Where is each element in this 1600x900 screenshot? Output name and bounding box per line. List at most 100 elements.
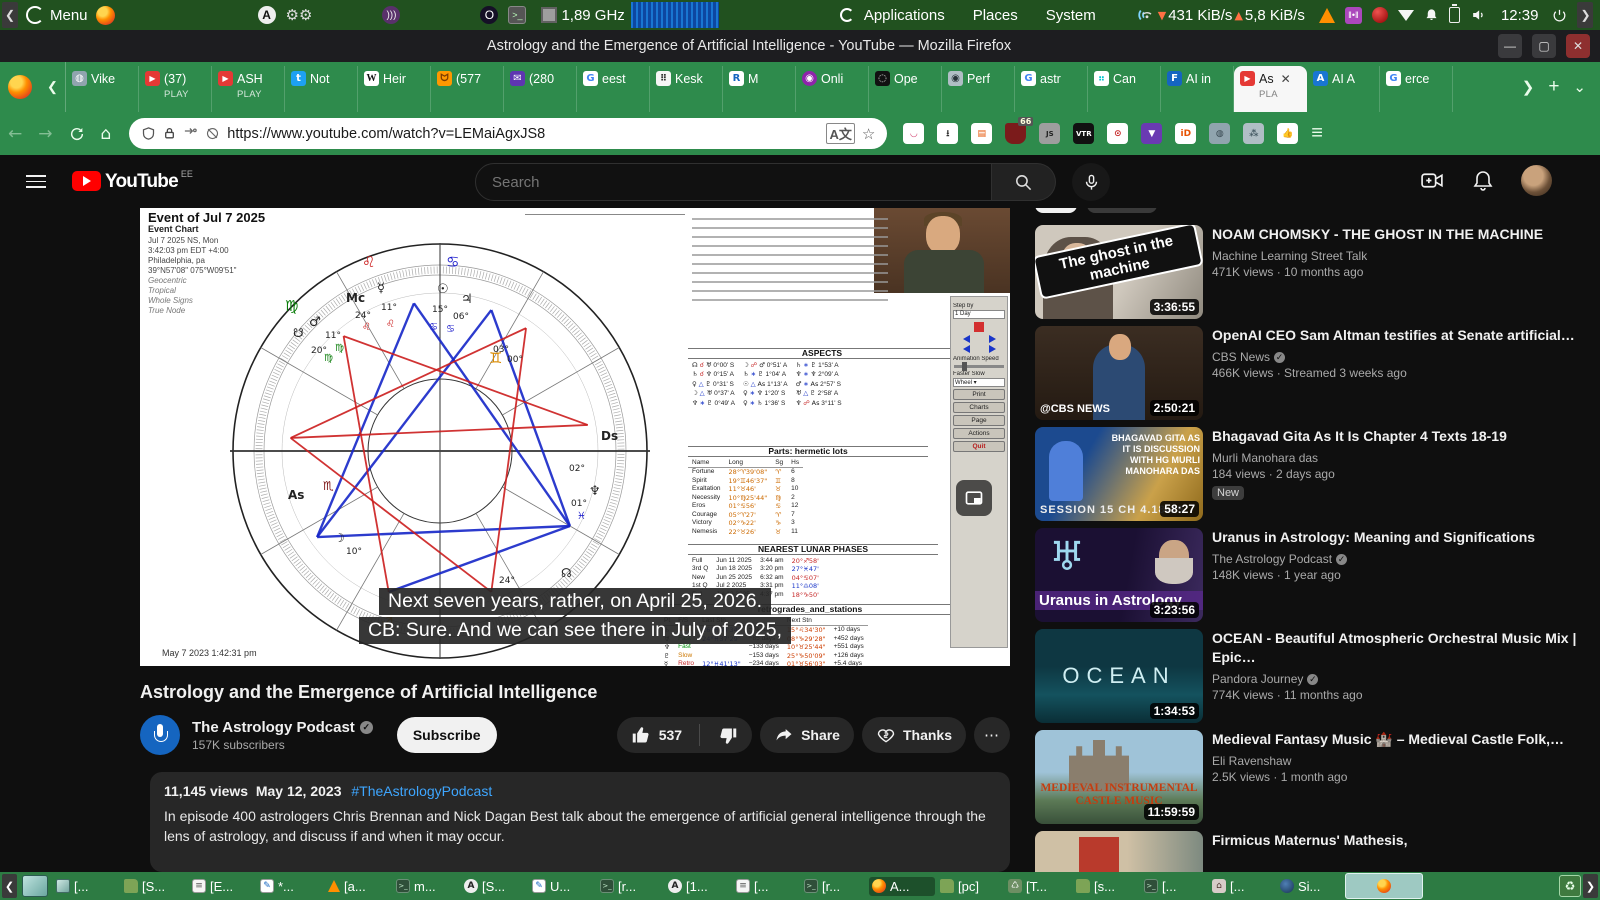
taskbar-window-12[interactable]: >_ [r...	[801, 877, 867, 896]
related-video-channel[interactable]: Pandora Journey	[1212, 672, 1303, 686]
print-button[interactable]: Print	[953, 389, 1005, 400]
autoplay-blocked-icon[interactable]	[205, 126, 220, 141]
taskbar-window-4[interactable]: ✎ *...	[257, 877, 323, 896]
tab-close-icon[interactable]: ✕	[1278, 72, 1294, 86]
video-player[interactable]: ♍ ♌ ♋ Mc 24° ☿ 11° ♌ ♌ ☉ ♃ 15° 06° ♋ ♋ ♂ ☋ 11° 20° ♍ ♍ ♊ 03° 00…	[140, 208, 1010, 666]
browser-tab-5[interactable]: W Heir	[358, 66, 431, 112]
vtr-extension-icon[interactable]: VTR	[1073, 123, 1095, 144]
volume-icon[interactable]	[1470, 7, 1487, 23]
taskbar-window-11[interactable]: ≡ [...	[733, 877, 799, 896]
taskbar-window-15[interactable]: ♺ [T...	[1005, 877, 1071, 896]
globe-extension-icon[interactable]: ◍	[1209, 123, 1231, 144]
taskbar-window-16[interactable]: [s...	[1073, 877, 1139, 896]
taskbar-window-8[interactable]: ✎ U...	[529, 877, 595, 896]
more-actions-button[interactable]: ⋯	[974, 717, 1010, 753]
browser-tab-4[interactable]: t Not	[285, 66, 358, 112]
recorder-tray-icon[interactable]	[1371, 7, 1388, 23]
page-button[interactable]: Page	[953, 415, 1005, 426]
browser-tab-11[interactable]: ◉ Onli	[796, 66, 869, 112]
miniplayer-button[interactable]	[956, 480, 992, 516]
power-icon[interactable]	[1552, 8, 1567, 23]
triangle-extension-icon[interactable]: ▼	[1141, 123, 1163, 144]
search-box[interactable]	[475, 163, 992, 201]
search-input[interactable]	[492, 173, 967, 191]
new-tab-button[interactable]: +	[1548, 76, 1559, 98]
tor-browser-icon[interactable]: )))	[382, 6, 401, 24]
taskbar-window-7[interactable]: A [S...	[461, 877, 527, 896]
related-video-title[interactable]: OCEAN - Beautiful Atmospheric Orchestral…	[1212, 629, 1600, 667]
menu-button[interactable]: Menu	[50, 7, 88, 24]
browser-tab-7[interactable]: ✉ (280	[504, 66, 577, 112]
video-thumbnail[interactable]: ♅ Uranus in Astrology 3:23:56	[1035, 528, 1203, 622]
related-video-title[interactable]: Firmicus Maternus' Mathesis,	[1212, 831, 1600, 850]
subscribe-button[interactable]: Subscribe	[396, 717, 497, 753]
download-extension-icon[interactable]: ⭳	[937, 123, 959, 144]
places-menu[interactable]: Places	[973, 7, 1018, 24]
firefox-launcher-icon[interactable]	[95, 5, 115, 25]
id-extension-icon[interactable]: iD	[1175, 123, 1197, 144]
browser-tab-2[interactable]: ▶ (37) PLAY	[139, 66, 212, 112]
cpu-history-graph[interactable]	[630, 2, 719, 28]
video-thumbnail[interactable]: MEDIEVAL INSTRUMENTAL CASTLE MUSIC 11:59:…	[1035, 730, 1203, 824]
description-box[interactable]: 11,145 views May 12, 2023 #TheAstrologyP…	[150, 772, 1010, 872]
related-video-title[interactable]: Medieval Fantasy Music 🏰 – Medieval Cast…	[1212, 730, 1600, 749]
taskbar-window-10[interactable]: A [1...	[665, 877, 731, 896]
pocket-extension-icon[interactable]: ◡	[903, 123, 925, 144]
forward-button[interactable]: →	[38, 124, 52, 144]
hashtag-link[interactable]: #TheAstrologyPodcast	[351, 783, 492, 799]
video-thumbnail[interactable]: @CBS NEWS 2:50:21	[1035, 326, 1203, 420]
taskbar-window-3[interactable]: ≡ [E...	[189, 877, 255, 896]
recycle-bin-icon[interactable]: ♻	[1559, 875, 1581, 897]
vcr-controls[interactable]	[953, 345, 1005, 353]
home-button[interactable]: ⌂	[101, 124, 112, 144]
closed-captions[interactable]: Next seven years, rather, on April 25, 2…	[140, 586, 1010, 644]
vlc-tray-icon[interactable]	[1318, 7, 1335, 23]
wifi-fan-icon[interactable]	[1397, 9, 1414, 21]
url-bar[interactable]: https://www.youtube.com/watch?v=LEMaiAgx…	[129, 118, 888, 149]
browser-tab-17[interactable]: ▶ As ✕ PLA	[1234, 66, 1307, 112]
browser-tab-19[interactable]: Gerce	[1380, 66, 1453, 112]
search-tool-icon[interactable]: A	[257, 6, 276, 24]
related-video-channel[interactable]: Machine Learning Street Talk	[1212, 249, 1367, 263]
distro-logo-icon[interactable]	[26, 6, 44, 24]
step-input[interactable]: 1 Day	[953, 310, 1005, 319]
reload-button[interactable]	[69, 126, 85, 142]
notifications-icon[interactable]	[1471, 169, 1495, 193]
taskbar-scroll-left-icon[interactable]: ❮	[2, 874, 17, 898]
share-button[interactable]: Share	[760, 717, 854, 753]
video-thumbnail[interactable]: The ghost in the machine 3:36:55	[1035, 225, 1203, 319]
browser-tab-1[interactable]: ◍ Vike	[66, 66, 139, 112]
voice-search-button[interactable]	[1072, 163, 1110, 201]
browser-tab-12[interactable]: ◌ Ope	[869, 66, 942, 112]
browser-tab-15[interactable]: ⠶ Can	[1088, 66, 1161, 112]
related-video-title[interactable]: Bhagavad Gita As It Is Chapter 4 Texts 1…	[1212, 427, 1600, 446]
vcr-controls[interactable]	[953, 335, 1005, 343]
thanks-button[interactable]: Thanks	[861, 717, 966, 753]
channel-name[interactable]: The Astrology Podcast	[192, 719, 355, 736]
lock-icon[interactable]	[163, 127, 176, 140]
video-thumbnail[interactable]: BHAGAVAD GITA AS IT IS DISCUSSION WITH H…	[1035, 427, 1203, 521]
user-avatar[interactable]	[1521, 165, 1552, 196]
js-extension-icon[interactable]: JS	[1039, 123, 1061, 144]
related-video-channel[interactable]: CBS News	[1212, 350, 1270, 364]
translate-icon[interactable]: A文	[826, 123, 855, 144]
tab-scroll-right-icon[interactable]: ❯	[1522, 78, 1535, 96]
related-video-title[interactable]: OpenAI CEO Sam Altman testifies at Senat…	[1212, 326, 1600, 345]
browser-tab-18[interactable]: A AI A	[1307, 66, 1380, 112]
browser-tab-14[interactable]: Gastr	[1015, 66, 1088, 112]
panel-scroll-right-icon[interactable]: ❯	[1577, 2, 1594, 28]
minimize-button[interactable]: —	[1498, 34, 1522, 58]
like-icon[interactable]	[631, 725, 652, 746]
system-menu[interactable]: System	[1046, 7, 1096, 24]
create-video-icon[interactable]	[1420, 168, 1445, 193]
firefox-logo-icon[interactable]	[8, 75, 32, 99]
pulseaudio-tray-icon[interactable]: ‖•‖	[1344, 6, 1362, 24]
taskbar-window-5[interactable]: [a...	[325, 877, 391, 896]
applications-menu[interactable]: Applications	[864, 7, 945, 24]
permissions-icon[interactable]	[183, 126, 198, 141]
taskbar-window-9[interactable]: >_ [r...	[597, 877, 663, 896]
quit-button[interactable]: Quit	[953, 441, 1005, 452]
channel-avatar[interactable]	[140, 715, 180, 755]
firefox-menu-icon[interactable]: ≡	[1311, 122, 1323, 145]
taskbar-window-17[interactable]: >_ [...	[1141, 877, 1207, 896]
